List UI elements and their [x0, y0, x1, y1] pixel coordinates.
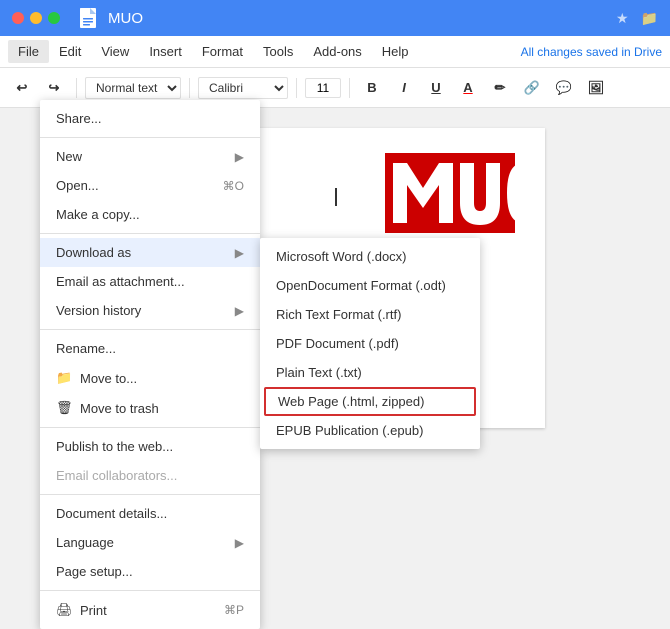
menu-view[interactable]: View: [91, 40, 139, 63]
link-button[interactable]: 🔗: [518, 74, 546, 102]
title-bar: MUO ★ 📁: [0, 0, 670, 36]
folder-icon[interactable]: 📁: [641, 10, 658, 27]
separator-6: [40, 590, 260, 591]
separator-4: [40, 427, 260, 428]
toolbar-divider-3: [296, 78, 297, 98]
download-html[interactable]: Web Page (.html, zipped): [264, 387, 476, 416]
menu-download-as[interactable]: Download as ▶ Microsoft Word (.docx) Ope…: [40, 238, 260, 267]
menu-email-attachment[interactable]: Email as attachment...: [40, 267, 260, 296]
menu-rename[interactable]: Rename...: [40, 334, 260, 363]
separator-3: [40, 329, 260, 330]
font-select[interactable]: Calibri: [198, 77, 288, 99]
new-arrow: ▶: [235, 150, 244, 164]
separator-5: [40, 494, 260, 495]
font-size-input[interactable]: [305, 78, 341, 98]
italic-button[interactable]: I: [390, 74, 418, 102]
menu-addons[interactable]: Add-ons: [303, 40, 371, 63]
download-epub[interactable]: EPUB Publication (.epub): [260, 416, 480, 445]
menu-open[interactable]: Open... ⌘O: [40, 171, 260, 200]
menu-version-history[interactable]: Version history ▶: [40, 296, 260, 325]
separator-1: [40, 137, 260, 138]
star-icon[interactable]: ★: [616, 10, 629, 27]
menu-print[interactable]: 🖨 Print ⌘P: [40, 595, 260, 625]
menu-page-setup[interactable]: Page setup...: [40, 557, 260, 586]
highlight-button[interactable]: ✏: [486, 74, 514, 102]
menu-trash[interactable]: 🗑 Move to trash: [40, 393, 260, 423]
menu-publish[interactable]: Publish to the web...: [40, 432, 260, 461]
bold-button[interactable]: B: [358, 74, 386, 102]
window-maximize-button[interactable]: [48, 12, 60, 24]
download-odt[interactable]: OpenDocument Format (.odt): [260, 271, 480, 300]
menu-new[interactable]: New ▶: [40, 142, 260, 171]
download-arrow: ▶: [235, 246, 244, 260]
download-docx[interactable]: Microsoft Word (.docx): [260, 242, 480, 271]
download-rtf[interactable]: Rich Text Format (.rtf): [260, 300, 480, 329]
download-submenu: Microsoft Word (.docx) OpenDocument Form…: [260, 238, 480, 449]
document-title: MUO: [108, 10, 608, 27]
menu-doc-details[interactable]: Document details...: [40, 499, 260, 528]
toolbar-divider-1: [76, 78, 77, 98]
text-style-select[interactable]: Normal text: [85, 77, 181, 99]
print-menu-icon: 🖨: [56, 602, 72, 618]
undo-button[interactable]: ↩: [8, 74, 36, 102]
underline-button[interactable]: U: [422, 74, 450, 102]
menu-edit[interactable]: Edit: [49, 40, 91, 63]
menu-make-copy[interactable]: Make a copy...: [40, 200, 260, 229]
menu-format[interactable]: Format: [192, 40, 253, 63]
toolbar-divider-2: [189, 78, 190, 98]
save-status: All changes saved in Drive: [521, 45, 662, 59]
file-menu-dropdown: Share... New ▶ Open... ⌘O Make a copy...…: [40, 100, 260, 629]
menu-help[interactable]: Help: [372, 40, 419, 63]
download-pdf[interactable]: PDF Document (.pdf): [260, 329, 480, 358]
separator-2: [40, 233, 260, 234]
menu-email-collaborators: Email collaborators...: [40, 461, 260, 490]
image-button[interactable]: 🖼: [582, 74, 610, 102]
toolbar-divider-4: [349, 78, 350, 98]
comment-button[interactable]: 💬: [550, 74, 578, 102]
text-color-button[interactable]: A: [454, 74, 482, 102]
menu-language[interactable]: Language ▶: [40, 528, 260, 557]
menu-bar: File Edit View Insert Format Tools Add-o…: [0, 36, 670, 68]
folder-menu-icon: 📁: [56, 370, 72, 386]
docs-icon: [76, 6, 100, 30]
menu-move-to[interactable]: 📁 Move to...: [40, 363, 260, 393]
muo-logo: [385, 148, 515, 243]
menu-share[interactable]: Share...: [40, 104, 260, 133]
language-arrow: ▶: [235, 536, 244, 550]
version-arrow: ▶: [235, 304, 244, 318]
menu-insert[interactable]: Insert: [139, 40, 192, 63]
text-cursor: [335, 188, 337, 206]
trash-menu-icon: 🗑: [56, 400, 72, 416]
download-txt[interactable]: Plain Text (.txt): [260, 358, 480, 387]
menu-file[interactable]: File: [8, 40, 49, 63]
menu-tools[interactable]: Tools: [253, 40, 303, 63]
redo-button[interactable]: ↪: [40, 74, 68, 102]
window-close-button[interactable]: [12, 12, 24, 24]
window-minimize-button[interactable]: [30, 12, 42, 24]
